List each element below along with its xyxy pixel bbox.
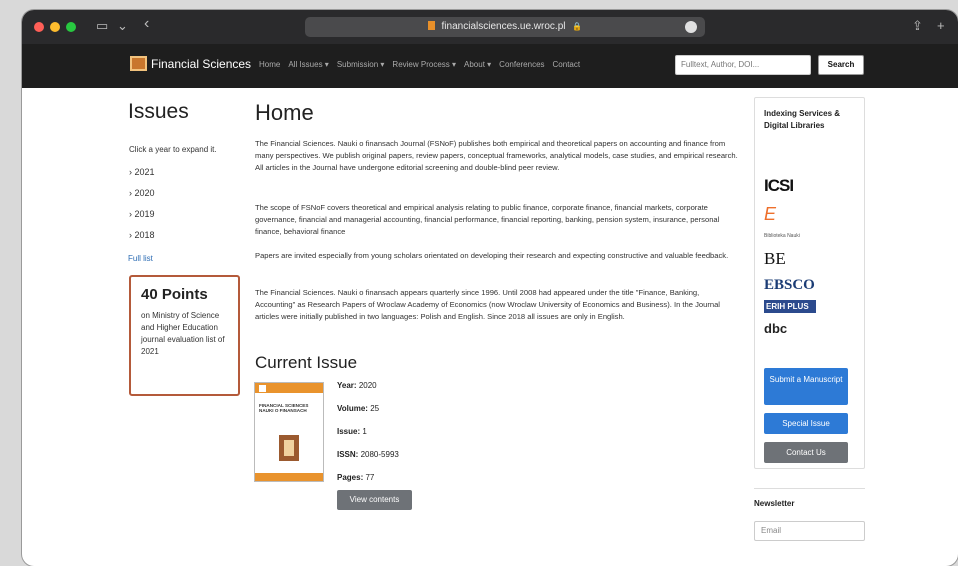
contact-us-button[interactable]: Contact Us <box>764 442 848 463</box>
journal-logo-icon <box>130 56 147 71</box>
sidebar-toggle-icon[interactable]: ▭ <box>96 18 108 34</box>
current-issue-heading: Current Issue <box>255 353 358 372</box>
full-list-link[interactable]: Full list <box>128 254 153 263</box>
invitation-paragraph: Papers are invited especially from young… <box>255 251 729 260</box>
issue-year-label: Year: <box>337 381 357 390</box>
points-title: 40 Points <box>141 286 208 303</box>
issue-number: Issue: 1 <box>337 427 367 436</box>
year-2018-link[interactable]: › 2018 <box>129 230 155 240</box>
nav-review-process[interactable]: Review Process ▾ <box>392 60 456 69</box>
site-brand[interactable]: Financial Sciences <box>130 56 251 71</box>
issue-issn-value: 2080-5993 <box>360 450 399 459</box>
address-bar-url: financialsciences.ue.wroc.pl <box>441 21 566 32</box>
cover-logo-icon <box>259 385 266 392</box>
dbc-logo[interactable]: dbc <box>764 321 787 336</box>
biblioteka-nauki-logo[interactable]: Biblioteka Nauki <box>764 233 800 239</box>
issue-year-value: 2020 <box>358 381 377 390</box>
year-2020-link[interactable]: › 2020 <box>129 188 155 198</box>
browser-window: ▭ ⌄ ‹ financialsciences.ue.wroc.pl 🔒 ⇪ +… <box>22 10 958 566</box>
issue-volume-label: Volume: <box>337 404 368 413</box>
browser-titlebar: ▭ ⌄ ‹ financialsciences.ue.wroc.pl 🔒 ⇪ + <box>22 10 958 44</box>
nav-home[interactable]: Home <box>259 60 280 69</box>
share-icon[interactable]: ⇪ <box>912 18 923 34</box>
year-2021-link[interactable]: › 2021 <box>129 167 155 177</box>
year-2019-link[interactable]: › 2019 <box>129 209 155 219</box>
submit-manuscript-button[interactable]: Submit a Manuscript <box>764 368 848 405</box>
points-box: 40 Points on Ministry of Science and Hig… <box>129 275 240 396</box>
main-navigation: Home All Issues ▾ Submission ▾ Review Pr… <box>259 60 580 69</box>
site-navbar: Financial Sciences Home All Issues ▾ Sub… <box>22 44 958 88</box>
new-tab-icon[interactable]: + <box>937 18 945 33</box>
nav-contact[interactable]: Contact <box>553 60 581 69</box>
nav-about[interactable]: About ▾ <box>464 60 491 69</box>
page-content: Issues Click a year to expand it. › 2021… <box>22 88 958 566</box>
cover-illustration-detail <box>284 440 294 456</box>
ebsco-logo[interactable]: EBSCO <box>764 277 815 294</box>
points-description: on Ministry of Science and Higher Educat… <box>141 311 225 356</box>
issue-volume: Volume: 25 <box>337 404 379 413</box>
issue-pages-label: Pages: <box>337 473 364 482</box>
icsi-logo[interactable]: ICSI <box>764 176 794 196</box>
nav-conferences[interactable]: Conferences <box>499 60 544 69</box>
issue-issn-label: ISSN: <box>337 450 359 459</box>
back-icon[interactable]: ‹ <box>144 15 149 33</box>
issue-number-value: 1 <box>362 427 367 436</box>
issue-pages-value: 77 <box>365 473 375 482</box>
chevron-down-icon[interactable]: ⌄ <box>117 18 128 34</box>
address-bar[interactable]: financialsciences.ue.wroc.pl 🔒 <box>305 17 705 37</box>
nav-submission[interactable]: Submission ▾ <box>337 60 385 69</box>
scope-paragraph: The scope of FSNoF covers theoretical an… <box>255 203 720 236</box>
brand-name: Financial Sciences <box>151 56 252 71</box>
lock-icon: 🔒 <box>572 22 583 31</box>
issues-instruction: Click a year to expand it. <box>129 145 217 154</box>
site-favicon-icon <box>427 21 435 30</box>
issue-number-label: Issue: <box>337 427 361 436</box>
issue-cover-image[interactable]: FINANCIAL SCIENCES NAUKI O FINANSACH <box>254 382 324 482</box>
page-title: Home <box>255 100 314 125</box>
view-contents-button[interactable]: View contents <box>337 490 412 510</box>
maximize-window-icon[interactable] <box>66 22 76 32</box>
history-paragraph: The Financial Sciences. Nauki o finansac… <box>255 288 720 321</box>
indexing-heading: Indexing Services & Digital Libraries <box>764 109 841 130</box>
issues-heading: Issues <box>128 100 189 123</box>
cover-top-band <box>255 383 323 393</box>
issue-year: Year: 2020 <box>337 381 377 390</box>
close-window-icon[interactable] <box>34 22 44 32</box>
newsletter-heading: Newsletter <box>754 499 795 508</box>
reload-icon[interactable] <box>685 21 697 33</box>
nav-all-issues[interactable]: All Issues ▾ <box>288 60 328 69</box>
email-field[interactable]: Email <box>754 521 865 541</box>
issue-volume-value: 25 <box>370 404 380 413</box>
be-logo[interactable]: BE <box>764 249 786 269</box>
e-logo[interactable]: E <box>764 204 776 225</box>
issue-pages: Pages: 77 <box>337 473 374 482</box>
indexing-sidebar: Indexing Services & Digital Libraries IC… <box>754 97 865 469</box>
newsletter-divider <box>754 488 865 489</box>
issue-issn: ISSN: 2080-5993 <box>337 450 399 459</box>
cover-bottom-band <box>255 473 323 481</box>
cover-title: FINANCIAL SCIENCES NAUKI O FINANSACH <box>259 403 309 413</box>
minimize-window-icon[interactable] <box>50 22 60 32</box>
intro-paragraph: The Financial Sciences. Nauki o finansac… <box>255 139 738 172</box>
erih-plus-logo[interactable]: ERIH PLUS <box>764 300 816 313</box>
search-button[interactable]: Search <box>818 55 864 75</box>
special-issue-button[interactable]: Special Issue <box>764 413 848 434</box>
search-input[interactable]: Fulltext, Author, DOI... <box>675 55 811 75</box>
